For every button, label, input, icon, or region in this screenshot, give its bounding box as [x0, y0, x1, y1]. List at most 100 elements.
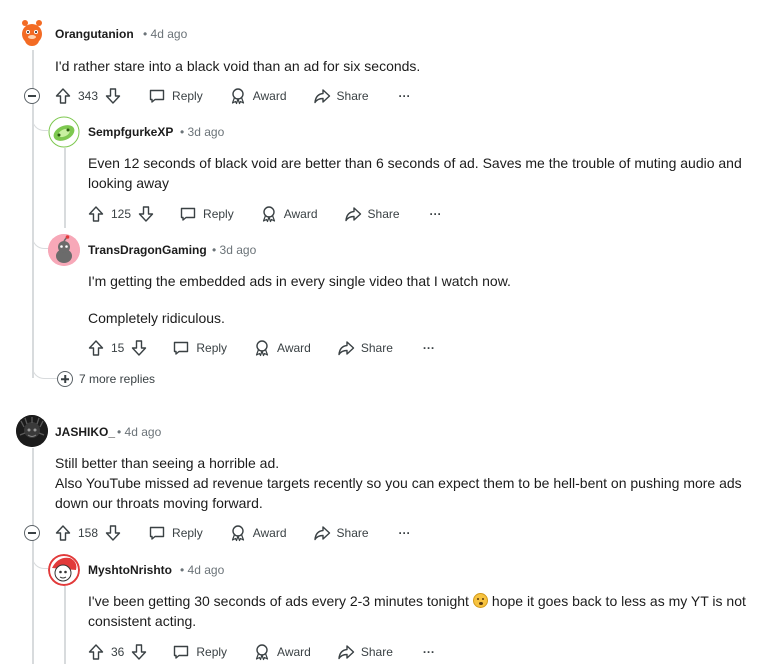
upvote-arrow-icon	[87, 643, 105, 661]
reply-label: Reply	[196, 341, 228, 355]
avatar[interactable]	[16, 415, 48, 447]
downvote-button[interactable]	[104, 524, 122, 542]
downvote-arrow-icon	[104, 87, 122, 105]
vote-count: 158	[78, 526, 99, 540]
thread-connector	[32, 358, 57, 379]
comment-body: I'd rather stare into a black void than …	[55, 56, 755, 76]
more-options-button[interactable]: ···	[399, 526, 411, 540]
comment-actions: 125 Reply Award Share ···	[87, 201, 442, 227]
award-label: Award	[277, 645, 311, 659]
upvote-button[interactable]	[87, 339, 105, 357]
share-label: Share	[336, 89, 369, 103]
vote-count: 15	[111, 341, 125, 355]
collapse-thread-button[interactable]	[24, 525, 40, 541]
reply-button[interactable]: Reply	[172, 643, 227, 661]
reply-button[interactable]: Reply	[179, 205, 234, 223]
downvote-arrow-icon	[130, 339, 148, 357]
separator: •	[180, 563, 185, 577]
award-icon	[229, 87, 247, 105]
reply-button[interactable]: Reply	[148, 524, 203, 542]
separator: •	[117, 425, 122, 439]
comment-author[interactable]: Orangutanion	[55, 27, 134, 41]
award-label: Award	[252, 526, 287, 540]
separator: •	[212, 243, 217, 257]
more-options-button[interactable]: ···	[430, 207, 442, 221]
grimacing-face-emoji-icon	[472, 593, 488, 608]
award-button[interactable]: Award	[229, 524, 287, 542]
timestamp-text: 4d ago	[124, 425, 162, 439]
share-button[interactable]: Share	[337, 339, 393, 357]
reply-button[interactable]: Reply	[172, 339, 227, 357]
share-label: Share	[336, 526, 369, 540]
share-button[interactable]: Share	[313, 524, 369, 542]
avatar[interactable]	[48, 234, 80, 266]
award-button[interactable]: Award	[229, 87, 287, 105]
award-label: Award	[283, 207, 318, 221]
collapse-thread-button[interactable]	[24, 88, 40, 104]
award-icon	[260, 205, 278, 223]
comment-paragraph: I'd rather stare into a black void than …	[55, 58, 421, 74]
downvote-button[interactable]	[130, 339, 148, 357]
downvote-button[interactable]	[104, 87, 122, 105]
share-arrow-icon	[337, 643, 355, 661]
award-button[interactable]: Award	[253, 339, 311, 357]
avatar[interactable]	[48, 116, 80, 148]
downvote-button[interactable]	[130, 643, 148, 661]
timestamp-text: 3d ago	[219, 243, 257, 257]
thread-connector	[32, 548, 49, 569]
upvote-button[interactable]	[87, 205, 105, 223]
comment-paragraph: Completely ridiculous.	[88, 310, 225, 326]
comment-body: I've been getting 30 seconds of ads ever…	[88, 591, 758, 631]
comment-author[interactable]: MyshtoNrishto	[88, 563, 172, 577]
comment-paragraph: I've been getting 30 seconds of ads ever…	[88, 591, 758, 631]
more-options-button[interactable]: ···	[399, 89, 411, 103]
upvote-button[interactable]	[54, 524, 72, 542]
award-button[interactable]: Award	[260, 205, 318, 223]
more-replies-label: 7 more replies	[79, 372, 156, 386]
thread-connector	[32, 110, 49, 131]
comment-timestamp: • 3d ago	[180, 125, 224, 139]
comment-timestamp: • 4d ago	[117, 425, 161, 439]
comment-text: I've been getting 30 seconds of ads ever…	[88, 593, 469, 609]
upvote-button[interactable]	[87, 643, 105, 661]
comment-actions: 15 Reply Award Share ···	[87, 335, 435, 361]
award-label: Award	[252, 89, 287, 103]
reply-bubble-icon	[172, 339, 190, 357]
upvote-button[interactable]	[54, 87, 72, 105]
award-icon	[253, 339, 271, 357]
comment-actions: 158 Reply Award Share ···	[54, 520, 411, 546]
more-options-button[interactable]: ···	[423, 645, 435, 659]
comment-actions: 36 Reply Award Share ···	[87, 639, 435, 665]
comment-author[interactable]: JASHIKO_	[55, 425, 115, 439]
avatar[interactable]	[17, 17, 47, 47]
comment-author[interactable]: TransDragonGaming	[88, 243, 207, 257]
thread-line	[64, 148, 66, 228]
vote-count: 343	[78, 89, 99, 103]
expand-plus-icon	[57, 371, 73, 387]
downvote-button[interactable]	[137, 205, 155, 223]
comment-paragraph: Even 12 seconds of black void are better…	[88, 155, 742, 191]
comment-body: Still better than seeing a horrible ad. …	[55, 453, 755, 513]
comment-author[interactable]: SempfgurkeXP	[88, 125, 173, 139]
avatar[interactable]	[48, 554, 80, 586]
separator: •	[180, 125, 185, 139]
award-icon	[229, 524, 247, 542]
reply-bubble-icon	[172, 643, 190, 661]
more-replies-button[interactable]: 7 more replies	[57, 371, 155, 387]
comment-timestamp: • 3d ago	[212, 243, 256, 257]
reply-button[interactable]: Reply	[148, 87, 203, 105]
share-button[interactable]: Share	[313, 87, 369, 105]
more-options-button[interactable]: ···	[423, 341, 435, 355]
reply-bubble-icon	[148, 524, 166, 542]
award-button[interactable]: Award	[253, 643, 311, 661]
share-arrow-icon	[337, 339, 355, 357]
share-button[interactable]: Share	[344, 205, 400, 223]
share-arrow-icon	[313, 524, 331, 542]
vote-count: 36	[111, 645, 125, 659]
reply-label: Reply	[172, 526, 203, 540]
upvote-arrow-icon	[87, 339, 105, 357]
timestamp-text: 4d ago	[150, 27, 188, 41]
timestamp-text: 4d ago	[187, 563, 225, 577]
share-label: Share	[360, 645, 393, 659]
share-button[interactable]: Share	[337, 643, 393, 661]
